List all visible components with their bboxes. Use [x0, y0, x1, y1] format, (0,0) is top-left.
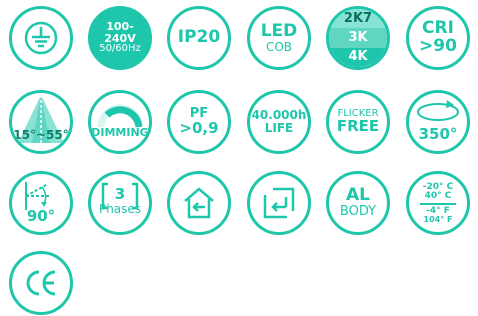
body-label: BODY — [339, 204, 377, 220]
temp-divider — [420, 202, 456, 205]
ip-rating-badge: IP20 — [167, 6, 231, 70]
ground-icon — [24, 21, 58, 55]
free-label: FREE — [336, 117, 380, 136]
cct-option: 4K — [329, 47, 387, 67]
cri-badge: CRI >90 — [406, 6, 470, 70]
beam-angle-label: 15°~55° — [13, 128, 69, 143]
body-material-badge: AL BODY — [326, 171, 390, 235]
temp-f-max: 104° F — [423, 214, 453, 224]
lifetime-badge: 40.000h LIFE — [247, 90, 311, 154]
cct-option: 3K — [329, 28, 387, 48]
tilt-label: 90° — [26, 207, 56, 226]
surface-mount-icon — [263, 187, 295, 219]
ce-mark-icon — [26, 270, 56, 296]
surface-mount-badge — [247, 171, 311, 235]
flicker-free-badge: FLICKER FREE — [326, 90, 390, 154]
ground-badge — [9, 6, 73, 70]
temp-c-max: 40° C — [424, 190, 452, 201]
beam-angle-badge: 15°~55° — [9, 90, 73, 154]
led-label: LED — [260, 20, 298, 41]
tilt-badge: 90° — [9, 171, 73, 235]
dimming-label: DIMMING — [91, 126, 149, 140]
cri-value: >90 — [419, 36, 457, 56]
indoor-use-icon — [184, 187, 214, 219]
phases-label: Phases — [98, 201, 142, 216]
life-label: LIFE — [264, 121, 294, 135]
indoor-use-badge — [167, 171, 231, 235]
cob-label: COB — [265, 39, 293, 54]
cct-badge: 2K7 3K 4K — [326, 6, 390, 70]
power-factor-badge: PF >0,9 — [167, 90, 231, 154]
phases-number: 3 — [114, 184, 126, 203]
frequency: 50/60Hz — [99, 43, 141, 55]
material-label: AL — [346, 185, 370, 206]
rotation-label: 350° — [418, 125, 458, 144]
cct-option: 2K7 — [329, 9, 387, 29]
dimming-badge: DIMMING — [88, 90, 152, 154]
dimming-arc-icon — [97, 104, 143, 128]
voltage-range: 100-240V — [104, 20, 136, 45]
phases-badge: 3 Phases — [88, 171, 152, 235]
ce-mark-badge — [9, 251, 73, 315]
ip-rating: IP20 — [177, 27, 221, 48]
temperature-range-badge: -20° C 40° C -4° F 104° F — [406, 171, 470, 235]
led-badge: LED COB — [247, 6, 311, 70]
pf-value: >0,9 — [179, 118, 219, 137]
rotation-badge: 350° — [406, 90, 470, 154]
voltage-badge: 100-240V 50/60Hz — [88, 6, 152, 70]
beam-angle-icon — [18, 95, 64, 143]
